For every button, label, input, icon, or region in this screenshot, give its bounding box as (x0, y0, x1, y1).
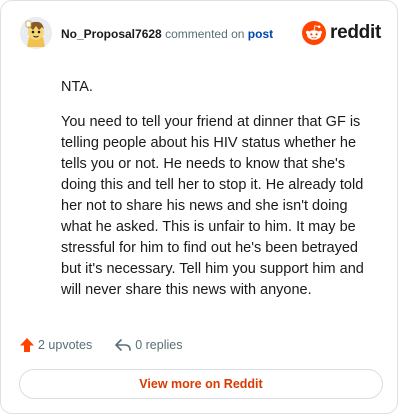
comment-body: NTA. You need to tell your friend at din… (61, 77, 381, 315)
reddit-brand-link[interactable]: reddit (302, 20, 381, 46)
post-link[interactable]: post (248, 27, 273, 41)
comment-header: No_Proposal7628 commented on post reddit (20, 17, 381, 53)
reply-count: 0 replies (135, 338, 183, 352)
upvote-arrow-icon (20, 338, 34, 352)
commented-on-text: commented on (165, 27, 245, 41)
upvote-button[interactable]: 2 upvotes (19, 337, 92, 353)
embedded-comment-card: No_Proposal7628 commented on post reddit… (0, 0, 398, 414)
reply-arrow-icon (115, 339, 132, 351)
upvote-count: 2 upvotes (38, 338, 93, 352)
reply-button[interactable]: 0 replies (114, 337, 182, 353)
comment-paragraph: NTA. (61, 79, 93, 95)
comment-paragraph: You need to tell your friend at dinner t… (61, 114, 364, 298)
comment-meta: No_Proposal7628 commented on post (61, 27, 273, 41)
comment-actions: 2 upvotes 0 replies (19, 335, 182, 355)
reddit-logo-icon (302, 21, 327, 45)
reddit-wordmark: reddit (330, 22, 381, 43)
view-more-button[interactable]: View more on Reddit (19, 369, 383, 399)
avatar[interactable] (20, 17, 52, 49)
username-link[interactable]: No_Proposal7628 (61, 27, 162, 41)
avatar-illustration (20, 17, 52, 49)
